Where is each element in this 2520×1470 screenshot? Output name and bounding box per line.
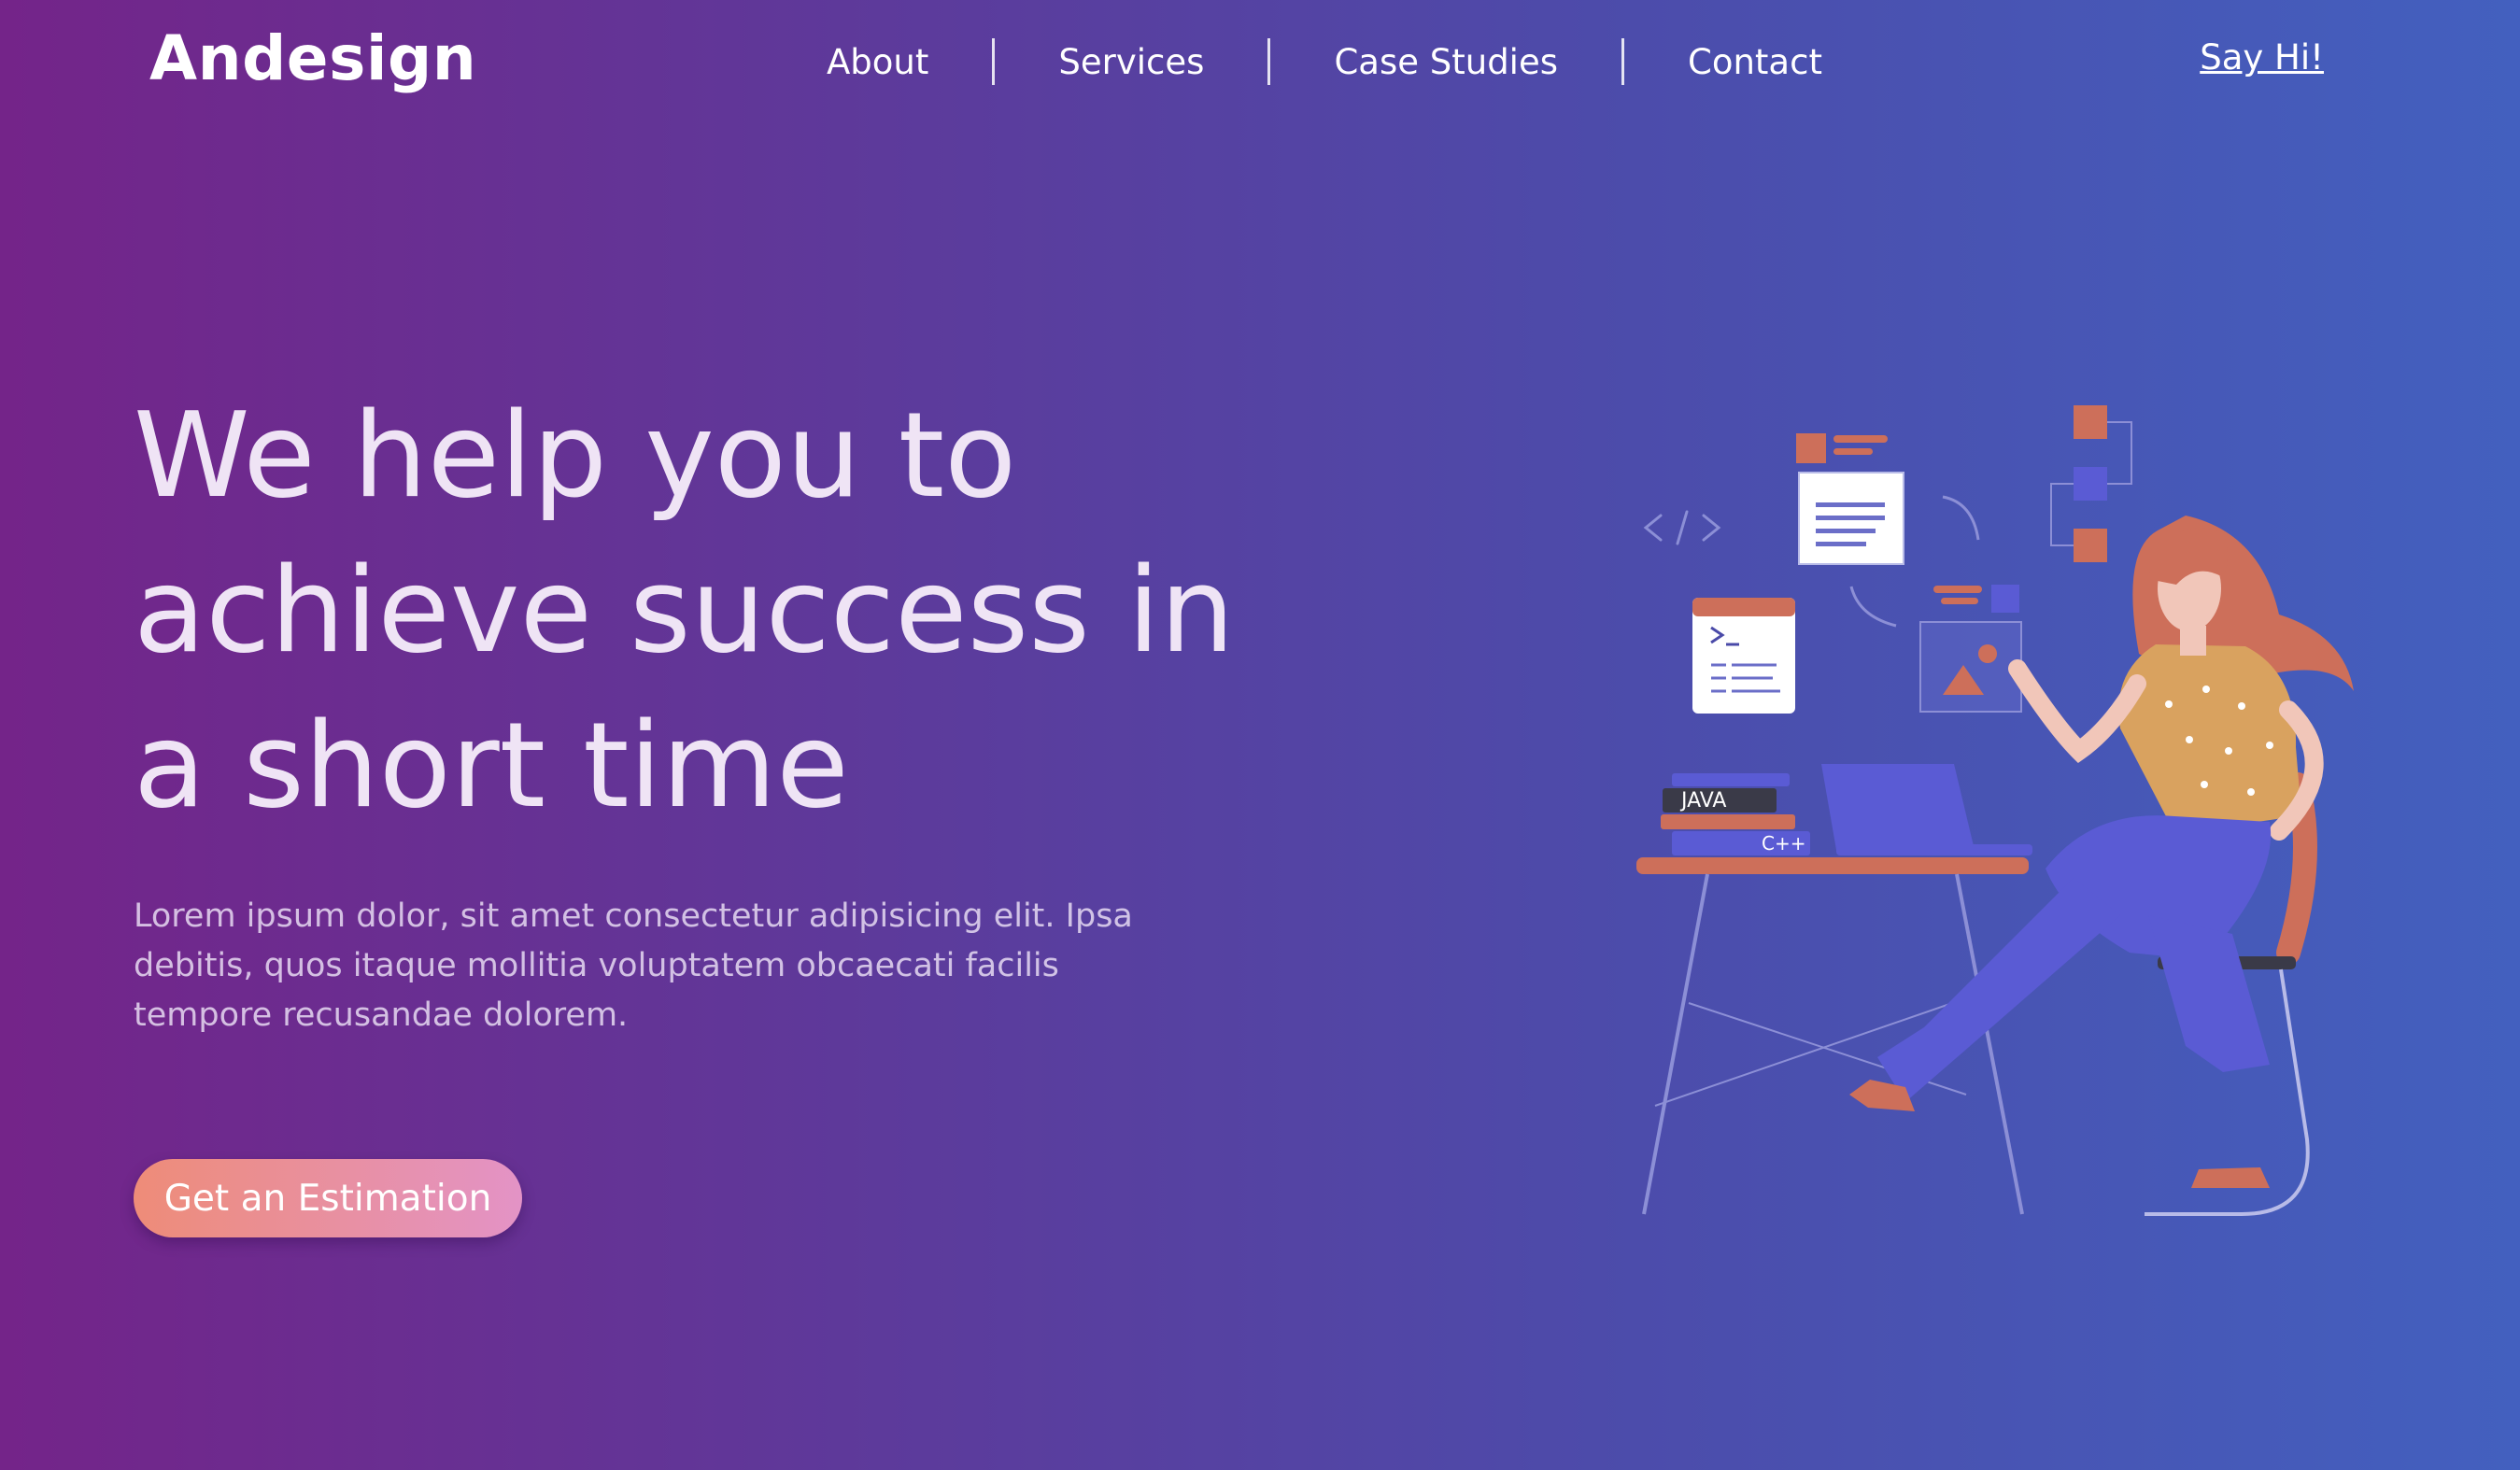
arrow-icon [1942, 495, 1980, 541]
headline-line: achieve success in [134, 542, 1235, 679]
developer-illustration: JAVA C++ [1636, 405, 2354, 1216]
say-hi-link[interactable]: Say Hi! [2200, 37, 2324, 78]
nav-case-studies-link[interactable]: Case Studies [1334, 42, 1558, 82]
code-tag-icon [1643, 510, 1721, 545]
hero-headline: We help you to achieve success in a short … [134, 378, 1329, 843]
cpp-book-label: C++ [1762, 832, 1805, 855]
nav-divider [1267, 38, 1271, 85]
flowchart-icon [2050, 405, 2132, 562]
nav-divider [992, 38, 996, 85]
headline-line: We help you to [134, 387, 1017, 524]
nav-divider [1621, 38, 1624, 85]
nav-services-link[interactable]: Services [1058, 42, 1204, 82]
headline-line: a short time [134, 697, 849, 834]
terminal-window-icon [1692, 598, 1795, 714]
image-card-icon [1919, 585, 2022, 713]
hero-lead-text: Lorem ipsum dolor, sit amet consectetur … [134, 898, 1133, 1034]
arrow-icon [1849, 586, 1897, 628]
logo[interactable]: Andesign [149, 22, 476, 94]
main-nav: About Services Case Studies Contact [827, 37, 1822, 86]
books: JAVA C++ [1661, 773, 1810, 855]
java-book-label: JAVA [1679, 789, 1726, 813]
get-estimation-button[interactable]: Get an Estimation [134, 1159, 522, 1237]
nav-about-link[interactable]: About [827, 42, 928, 82]
document-icon [1796, 433, 1904, 565]
nav-contact-link[interactable]: Contact [1688, 42, 1822, 82]
laptop [1821, 764, 2032, 855]
